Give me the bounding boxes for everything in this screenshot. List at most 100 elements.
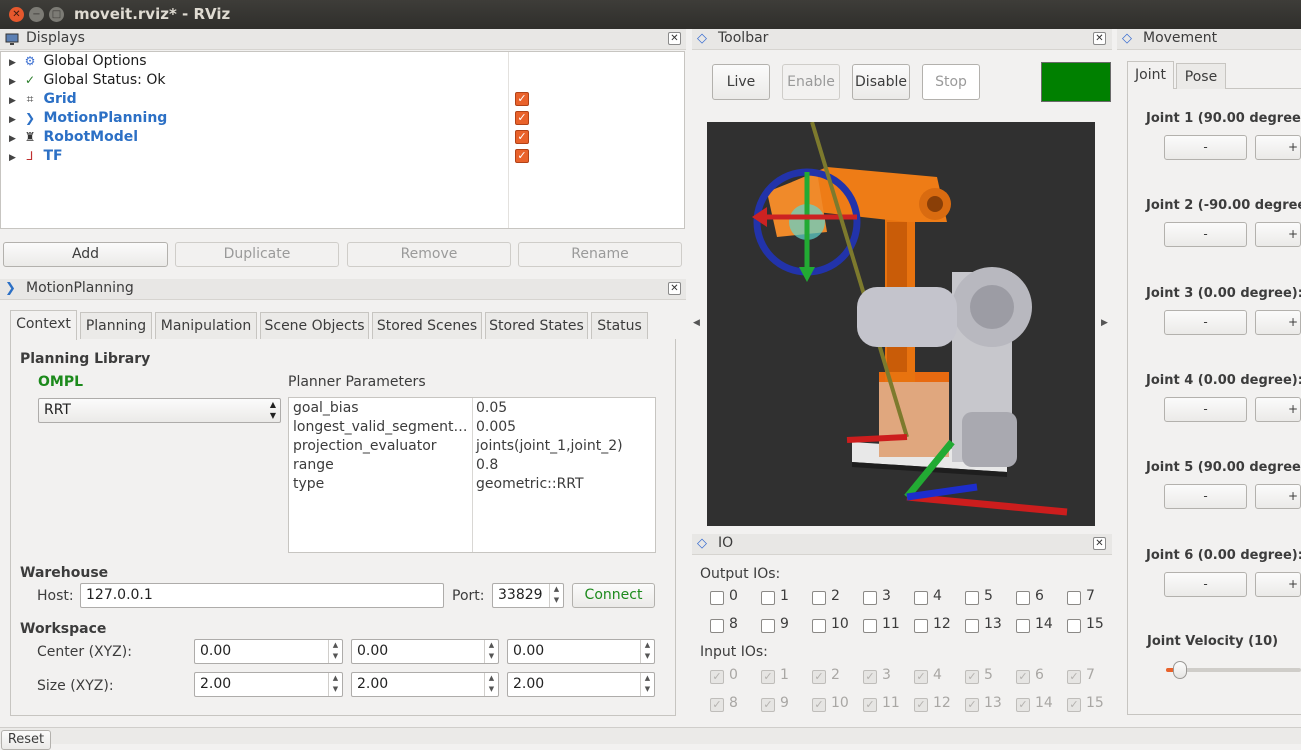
joint-1-plus-button[interactable]: +	[1255, 135, 1301, 160]
param-value[interactable]: 0.8	[476, 456, 498, 475]
joint-5-plus-button[interactable]: +	[1255, 484, 1301, 510]
spinner[interactable]: ▲ ▼	[328, 673, 342, 696]
duplicate-button[interactable]: Duplicate	[175, 242, 339, 267]
input-io-checkbox: ✓	[1067, 670, 1081, 684]
joint-2-minus-button[interactable]: -	[1164, 222, 1247, 248]
gear-icon: ⚙	[24, 54, 36, 68]
param-value[interactable]: 0.005	[476, 418, 516, 437]
output-io-checkbox[interactable]	[812, 619, 826, 633]
tree-item-motionplanning[interactable]: ▶ ❯ MotionPlanning	[9, 109, 167, 128]
tf-enabled-checkbox[interactable]: ✓	[515, 149, 529, 163]
tree-item-grid[interactable]: ▶ ⌗ Grid	[9, 90, 77, 109]
joint-3-plus-button[interactable]: +	[1255, 309, 1301, 335]
spinner[interactable]: ▲ ▼	[640, 673, 654, 696]
motionplanning-close-button[interactable]: ✕	[668, 282, 681, 295]
output-io-checkbox[interactable]	[965, 591, 979, 605]
joint-4-plus-button[interactable]: +	[1255, 396, 1301, 422]
tab-context[interactable]: Context	[10, 310, 77, 340]
reset-button[interactable]: Reset	[1, 730, 51, 750]
joint-2-plus-button[interactable]: +	[1255, 222, 1301, 248]
output-ios-label: Output IOs:	[700, 566, 781, 582]
output-io-checkbox[interactable]	[914, 619, 928, 633]
joint-3-minus-button[interactable]: -	[1164, 309, 1247, 335]
tab-manipulation[interactable]: Manipulation	[155, 312, 257, 339]
input-io-checkbox: ✓	[1016, 670, 1030, 684]
joint-4-minus-button[interactable]: -	[1164, 396, 1247, 422]
enable-button[interactable]: Enable	[782, 64, 840, 100]
displays-header: Displays ✕	[0, 29, 686, 50]
expand-arrow-icon[interactable]: ▶	[9, 149, 21, 168]
disable-button[interactable]: Disable	[852, 64, 910, 100]
output-io-checkbox[interactable]	[965, 619, 979, 633]
output-io-checkbox[interactable]	[812, 591, 826, 605]
output-io-checkbox[interactable]	[1016, 619, 1030, 633]
add-button[interactable]: Add	[3, 242, 168, 267]
collapse-left-arrow-icon[interactable]: ◀	[693, 318, 700, 328]
tree-item-global-options[interactable]: ▶ ⚙ Global Options	[9, 52, 147, 71]
motionplanning-enabled-checkbox[interactable]: ✓	[515, 111, 529, 125]
output-io-checkbox[interactable]	[863, 619, 877, 633]
param-value[interactable]: 0.05	[476, 399, 507, 418]
output-io-checkbox[interactable]	[761, 619, 775, 633]
spinner[interactable]: ▲ ▼	[328, 640, 342, 663]
joint-6-plus-button[interactable]: +	[1255, 571, 1301, 597]
tab-scene-objects[interactable]: Scene Objects	[260, 312, 369, 339]
output-io-checkbox[interactable]	[710, 591, 724, 605]
robotmodel-enabled-checkbox[interactable]: ✓	[515, 130, 529, 144]
param-value[interactable]: joints(joint_1,joint_2)	[476, 437, 623, 456]
output-io-checkbox[interactable]	[914, 591, 928, 605]
output-io-checkbox[interactable]	[1067, 591, 1081, 605]
remove-button[interactable]: Remove	[347, 242, 511, 267]
tree-item-tf[interactable]: ▶ ⅃ TF	[9, 147, 63, 166]
param-name: goal_bias	[293, 400, 359, 416]
joint-5-minus-button[interactable]: -	[1164, 484, 1247, 510]
minimize-window-button[interactable]: −	[29, 7, 44, 22]
io-close-button[interactable]: ✕	[1093, 537, 1106, 550]
joint-6-minus-button[interactable]: -	[1164, 571, 1247, 597]
output-io-checkbox[interactable]	[1016, 591, 1030, 605]
tab-pose[interactable]: Pose	[1176, 63, 1226, 89]
joint-velocity-slider-handle[interactable]	[1172, 661, 1187, 679]
stop-button[interactable]: Stop	[922, 64, 980, 100]
center-z-input[interactable]: 0.00 ▲ ▼	[507, 639, 655, 664]
tab-stored-scenes[interactable]: Stored Scenes	[372, 312, 482, 339]
param-value[interactable]: geometric::RRT	[476, 475, 584, 494]
planner-select[interactable]: RRT ▲ ▼	[38, 398, 281, 423]
window-title: moveit.rviz* - RViz	[74, 5, 231, 23]
tree-item-robotmodel[interactable]: ▶ ♜ RobotModel	[9, 128, 138, 147]
port-spinner[interactable]: ▲ ▼	[549, 584, 563, 607]
render-viewport[interactable]	[707, 122, 1095, 526]
tab-status[interactable]: Status	[591, 312, 648, 339]
size-x-input[interactable]: 2.00 ▲ ▼	[194, 672, 343, 697]
host-input[interactable]: 127.0.0.1	[80, 583, 444, 608]
tree-item-global-status[interactable]: ▶ ✓ Global Status: Ok	[9, 71, 165, 90]
input-io-label: 14	[1035, 695, 1053, 711]
output-io-checkbox[interactable]	[710, 619, 724, 633]
displays-close-button[interactable]: ✕	[668, 32, 681, 45]
size-z-input[interactable]: 2.00 ▲ ▼	[507, 672, 655, 697]
updown-arrows-icon: ▲ ▼	[269, 400, 276, 420]
size-y-input[interactable]: 2.00 ▲ ▼	[351, 672, 499, 697]
tab-planning[interactable]: Planning	[80, 312, 152, 339]
spinner[interactable]: ▲ ▼	[640, 640, 654, 663]
center-y-input[interactable]: 0.00 ▲ ▼	[351, 639, 499, 664]
input-io-checkbox: ✓	[914, 670, 928, 684]
connect-button[interactable]: Connect	[572, 583, 655, 608]
live-button[interactable]: Live	[712, 64, 770, 100]
maximize-window-button[interactable]: □	[49, 7, 64, 22]
grid-enabled-checkbox[interactable]: ✓	[515, 92, 529, 106]
rename-button[interactable]: Rename	[518, 242, 682, 267]
center-x-input[interactable]: 0.00 ▲ ▼	[194, 639, 343, 664]
port-input[interactable]: 33829 ▲ ▼	[492, 583, 564, 608]
spinner[interactable]: ▲ ▼	[484, 640, 498, 663]
joint-1-minus-button[interactable]: -	[1164, 135, 1247, 160]
collapse-right-arrow-icon[interactable]: ▶	[1101, 318, 1108, 328]
close-window-button[interactable]: ✕	[9, 7, 24, 22]
tab-stored-states[interactable]: Stored States	[485, 312, 588, 339]
spinner[interactable]: ▲ ▼	[484, 673, 498, 696]
output-io-checkbox[interactable]	[761, 591, 775, 605]
tab-joint[interactable]: Joint	[1127, 61, 1174, 89]
toolbar-close-button[interactable]: ✕	[1093, 32, 1106, 45]
output-io-checkbox[interactable]	[863, 591, 877, 605]
output-io-checkbox[interactable]	[1067, 619, 1081, 633]
